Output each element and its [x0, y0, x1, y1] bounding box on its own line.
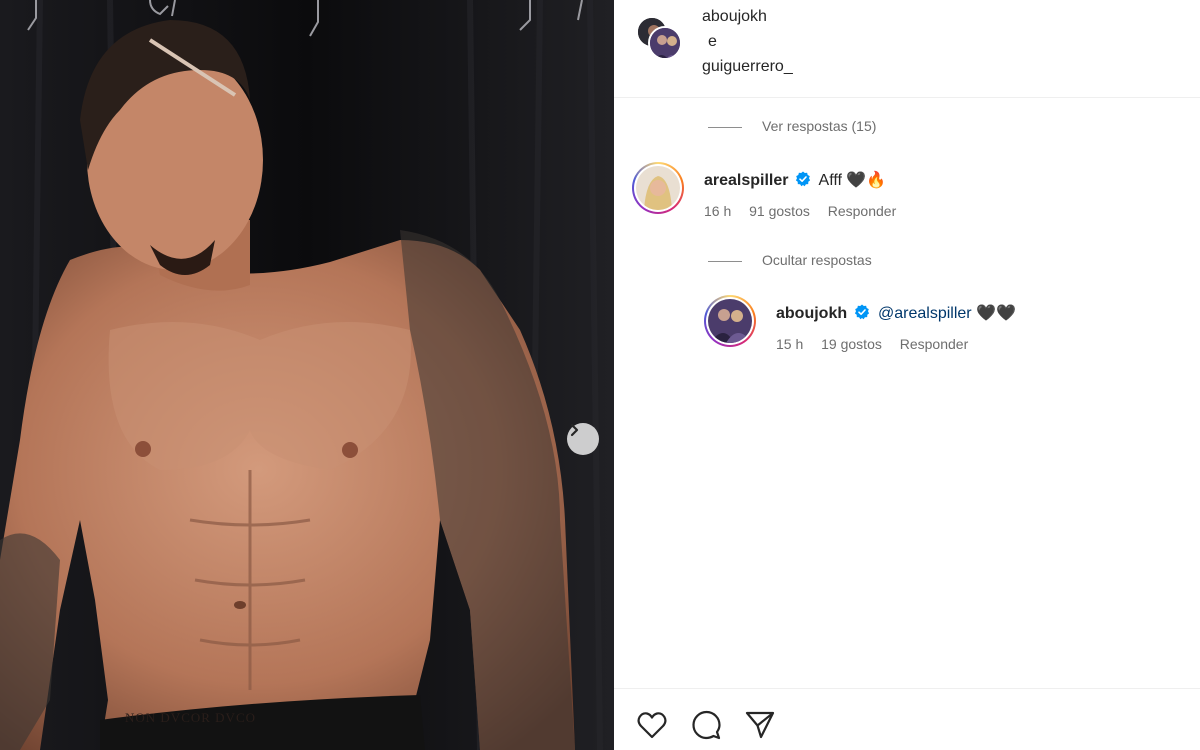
- hide-replies-label: Ocultar respostas: [762, 252, 872, 268]
- next-photo-button[interactable]: [567, 423, 599, 455]
- avatar: [648, 26, 682, 60]
- header-conjunction: e: [708, 33, 717, 50]
- post-photo: NON DVCOR DVCO: [0, 0, 614, 750]
- header-username[interactable]: aboujokh: [702, 8, 767, 25]
- collab-avatars[interactable]: [636, 16, 684, 60]
- comment-bubble-icon: [692, 710, 721, 740]
- heart-icon: [637, 712, 667, 739]
- comments-panel: aboujokh e guiguerrero_ Ver respostas (1…: [614, 0, 1200, 750]
- share-button[interactable]: [744, 709, 776, 741]
- header-username[interactable]: guiguerrero_: [702, 58, 793, 75]
- thread-line: [708, 126, 742, 128]
- comment-text-line: arealspiller Afff 🖤🔥: [704, 170, 886, 190]
- comment-text: Afff 🖤🔥: [818, 172, 887, 189]
- post-media[interactable]: NON DVCOR DVCO: [0, 0, 614, 750]
- view-replies-button[interactable]: Ver respostas (15): [708, 118, 876, 134]
- comment-meta: 16 h 91 gostos Responder: [704, 203, 910, 219]
- post-actions: [614, 688, 1200, 750]
- comment-text: 🖤🖤: [976, 305, 1016, 322]
- comment-likes[interactable]: 91 gostos: [749, 203, 810, 219]
- comment-time: 15 h: [776, 336, 804, 352]
- comment-likes[interactable]: 19 gostos: [821, 336, 882, 352]
- tattoo-text: NON DVCOR DVCO: [125, 710, 256, 725]
- reply-button[interactable]: Responder: [828, 203, 897, 219]
- comment-username[interactable]: aboujokh: [776, 305, 847, 322]
- collab-names: aboujokh e guiguerrero_: [702, 4, 793, 79]
- verified-badge-icon: [854, 304, 869, 320]
- like-button[interactable]: [636, 709, 668, 741]
- view-replies-label: Ver respostas (15): [762, 118, 877, 134]
- comment-text-line: aboujokh @arealspiller 🖤🖤: [776, 303, 1016, 323]
- paper-plane-icon: [745, 711, 775, 739]
- reply-button[interactable]: Responder: [900, 336, 969, 352]
- verified-badge-icon: [795, 171, 811, 187]
- thread-line: [708, 260, 742, 262]
- comment-mention[interactable]: @arealspiller: [878, 305, 972, 322]
- chevron-right-icon: [570, 423, 579, 437]
- hide-replies-button[interactable]: Ocultar respostas: [708, 252, 872, 268]
- post-header: aboujokh e guiguerrero_: [614, 0, 1200, 98]
- avatar[interactable]: [704, 295, 756, 347]
- comment-time: 16 h: [704, 203, 732, 219]
- comment-button[interactable]: [690, 709, 722, 741]
- avatar[interactable]: [632, 162, 684, 214]
- comment-meta: 15 h 19 gostos Responder: [776, 336, 982, 352]
- comment-username[interactable]: arealspiller: [704, 172, 789, 189]
